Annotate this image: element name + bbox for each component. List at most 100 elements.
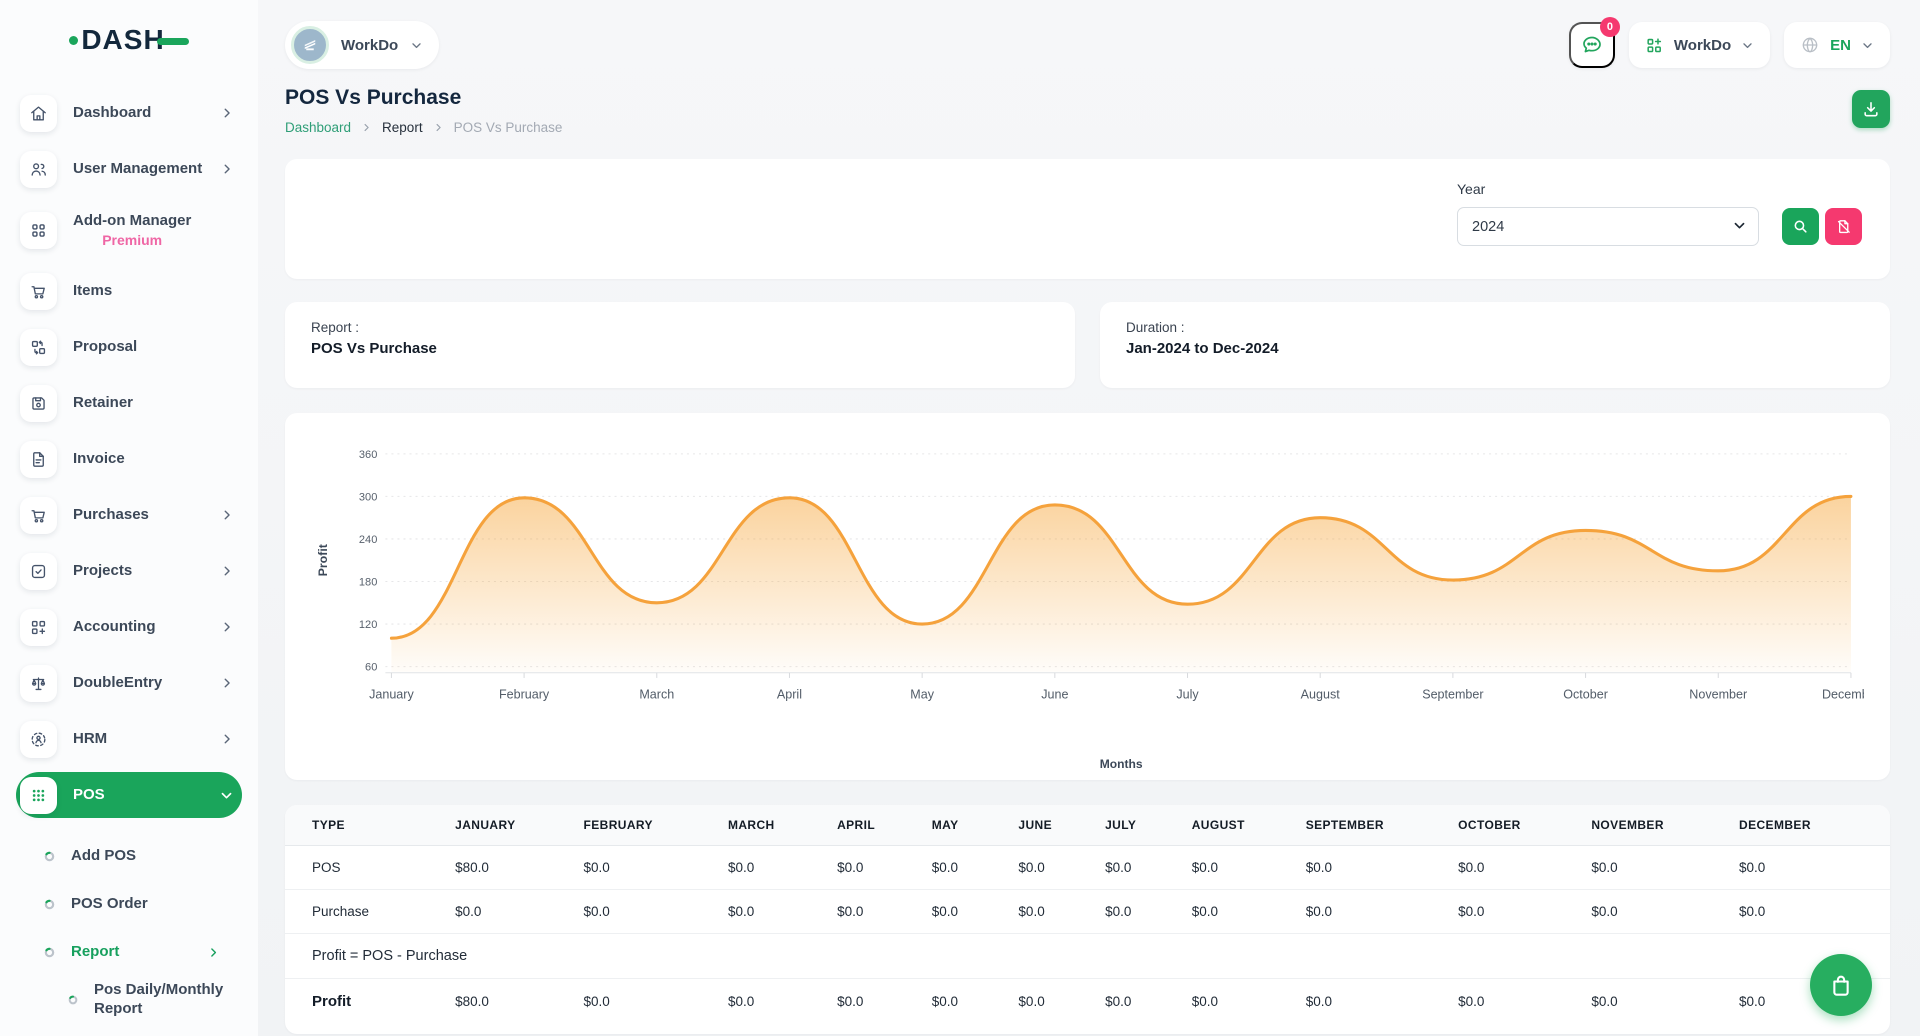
table-row-profit: Profit $80.0 $0.0 $0.0 $0.0 $0.0 $0.0 $0… bbox=[285, 979, 1890, 1025]
addon-grid-icon bbox=[20, 212, 57, 249]
save-disk-icon bbox=[20, 385, 57, 422]
logo-text: DASH bbox=[81, 24, 164, 56]
summary-row: Report : POS Vs Purchase Duration : Jan-… bbox=[285, 302, 1890, 388]
svg-text:September: September bbox=[1422, 686, 1484, 701]
sidebar-item-purchases[interactable]: Purchases bbox=[16, 492, 242, 538]
chart-card: 60120180240300360JanuaryFebruaryMarchApr… bbox=[285, 413, 1890, 780]
messages-count-badge: 0 bbox=[1600, 17, 1620, 37]
chevron-right-icon bbox=[220, 620, 234, 634]
sidebar-item-doubleentry[interactable]: DoubleEntry bbox=[16, 660, 242, 706]
language-selector[interactable]: EN bbox=[1784, 22, 1890, 68]
sidebar-item-retainer[interactable]: Retainer bbox=[16, 380, 242, 426]
page-title: POS Vs Purchase bbox=[285, 86, 1890, 110]
svg-text:January: January bbox=[369, 686, 414, 701]
svg-text:June: June bbox=[1041, 686, 1068, 701]
check-square-icon bbox=[20, 553, 57, 590]
table-header-row: TYPE JANUARY FEBRUARY MARCH APRIL MAY JU… bbox=[285, 805, 1890, 846]
sidebar-item-add-pos[interactable]: Add POS bbox=[16, 836, 242, 876]
ring-bullet-icon bbox=[68, 995, 78, 1005]
company-selector[interactable]: WorkDo bbox=[285, 21, 439, 69]
cart-icon bbox=[20, 273, 57, 310]
chevron-right-icon bbox=[207, 946, 220, 959]
svg-text:December: December bbox=[1822, 686, 1864, 701]
sidebar-item-pos-order[interactable]: POS Order bbox=[16, 884, 242, 924]
svg-text:300: 300 bbox=[359, 491, 377, 503]
dash-logo[interactable]: DASH bbox=[16, 24, 242, 56]
sidebar-item-report[interactable]: Report bbox=[16, 932, 242, 972]
breadcrumb-current: POS Vs Purchase bbox=[454, 120, 563, 135]
search-button[interactable] bbox=[1782, 208, 1819, 245]
breadcrumb-report[interactable]: Report bbox=[382, 120, 423, 135]
trolley-icon bbox=[20, 497, 57, 534]
svg-text:Profit: Profit bbox=[316, 544, 330, 576]
sidebar-item-pos[interactable]: POS bbox=[16, 772, 242, 818]
table-row-pos: POS $80.0 $0.0 $0.0 $0.0 $0.0 $0.0 $0.0 … bbox=[285, 846, 1890, 890]
ring-bullet-icon bbox=[44, 899, 55, 910]
topbar: WorkDo 0 WorkDo EN bbox=[285, 20, 1890, 70]
svg-text:October: October bbox=[1563, 686, 1608, 701]
ring-bullet-icon bbox=[44, 851, 55, 862]
premium-badge: Premium bbox=[102, 232, 162, 248]
year-select[interactable]: 2024 bbox=[1457, 207, 1759, 246]
reset-button[interactable] bbox=[1825, 208, 1862, 245]
svg-text:240: 240 bbox=[359, 534, 377, 546]
table-row-purchase: Purchase $0.0 $0.0 $0.0 $0.0 $0.0 $0.0 $… bbox=[285, 890, 1890, 934]
chevron-right-icon bbox=[220, 564, 234, 578]
svg-text:July: July bbox=[1176, 686, 1199, 701]
svg-text:February: February bbox=[499, 686, 550, 701]
sidebar-item-user-management[interactable]: User Management bbox=[16, 146, 242, 192]
duration-label: Duration : bbox=[1126, 320, 1864, 335]
messages-button[interactable]: 0 bbox=[1569, 22, 1615, 68]
logo-dash-icon bbox=[157, 38, 189, 45]
sidebar-item-pos-daily-monthly-report[interactable]: Pos Daily/Monthly Report bbox=[16, 980, 242, 1020]
chevron-right-icon bbox=[220, 162, 234, 176]
chevron-down-icon bbox=[410, 39, 423, 52]
svg-text:180: 180 bbox=[359, 577, 377, 589]
sidebar-item-invoice[interactable]: Invoice bbox=[16, 436, 242, 482]
pos-vs-purchase-table: TYPE JANUARY FEBRUARY MARCH APRIL MAY JU… bbox=[285, 805, 1890, 1024]
users-icon bbox=[20, 151, 57, 188]
breadcrumb-dashboard[interactable]: Dashboard bbox=[285, 120, 351, 135]
duration-value: Jan-2024 to Dec-2024 bbox=[1126, 340, 1864, 357]
svg-text:April: April bbox=[777, 686, 802, 701]
chevron-down-icon bbox=[219, 788, 234, 803]
table-row-formula: Profit = POS - Purchase bbox=[285, 934, 1890, 979]
download-icon bbox=[1861, 99, 1881, 119]
pos-grid-dots-icon bbox=[20, 777, 57, 814]
svg-text:August: August bbox=[1301, 686, 1341, 701]
report-summary-card: Report : POS Vs Purchase bbox=[285, 302, 1075, 388]
logo-dot-icon bbox=[69, 36, 78, 45]
sidebar-item-addon-manager[interactable]: Add-on Manager Premium bbox=[16, 202, 242, 258]
grid-plus-icon bbox=[20, 609, 57, 646]
chevron-right-icon bbox=[361, 122, 372, 133]
svg-text:March: March bbox=[639, 686, 674, 701]
chevron-right-icon bbox=[220, 106, 234, 120]
download-button[interactable] bbox=[1852, 90, 1890, 128]
pos-cart-fab[interactable] bbox=[1810, 954, 1872, 1016]
svg-text:360: 360 bbox=[359, 449, 377, 461]
filter-card: Year 2024 bbox=[285, 159, 1890, 279]
sidebar-item-hrm[interactable]: HRM bbox=[16, 716, 242, 762]
document-icon bbox=[20, 441, 57, 478]
apps-selector[interactable]: WorkDo bbox=[1629, 22, 1770, 68]
svg-text:Months: Months bbox=[1100, 757, 1143, 771]
search-icon bbox=[1792, 218, 1809, 235]
scales-icon bbox=[20, 665, 57, 702]
profit-area-chart: 60120180240300360JanuaryFebruaryMarchApr… bbox=[311, 427, 1864, 774]
svg-text:60: 60 bbox=[365, 662, 377, 674]
svg-text:November: November bbox=[1689, 686, 1748, 701]
chevron-right-icon bbox=[433, 122, 444, 133]
sidebar-item-proposal[interactable]: Proposal bbox=[16, 324, 242, 370]
sidebar-item-items[interactable]: Items bbox=[16, 268, 242, 314]
sidebar-item-accounting[interactable]: Accounting bbox=[16, 604, 242, 650]
chevron-right-icon bbox=[220, 508, 234, 522]
shopping-bag-icon bbox=[1827, 971, 1855, 999]
duration-summary-card: Duration : Jan-2024 to Dec-2024 bbox=[1100, 302, 1890, 388]
sidebar-item-dashboard[interactable]: Dashboard bbox=[16, 90, 242, 136]
ring-bullet-icon bbox=[44, 947, 55, 958]
home-icon bbox=[20, 95, 57, 132]
svg-text:May: May bbox=[910, 686, 934, 701]
year-label: Year bbox=[1457, 181, 1862, 197]
sidebar-item-projects[interactable]: Projects bbox=[16, 548, 242, 594]
year-filter: Year 2024 bbox=[1457, 181, 1862, 257]
